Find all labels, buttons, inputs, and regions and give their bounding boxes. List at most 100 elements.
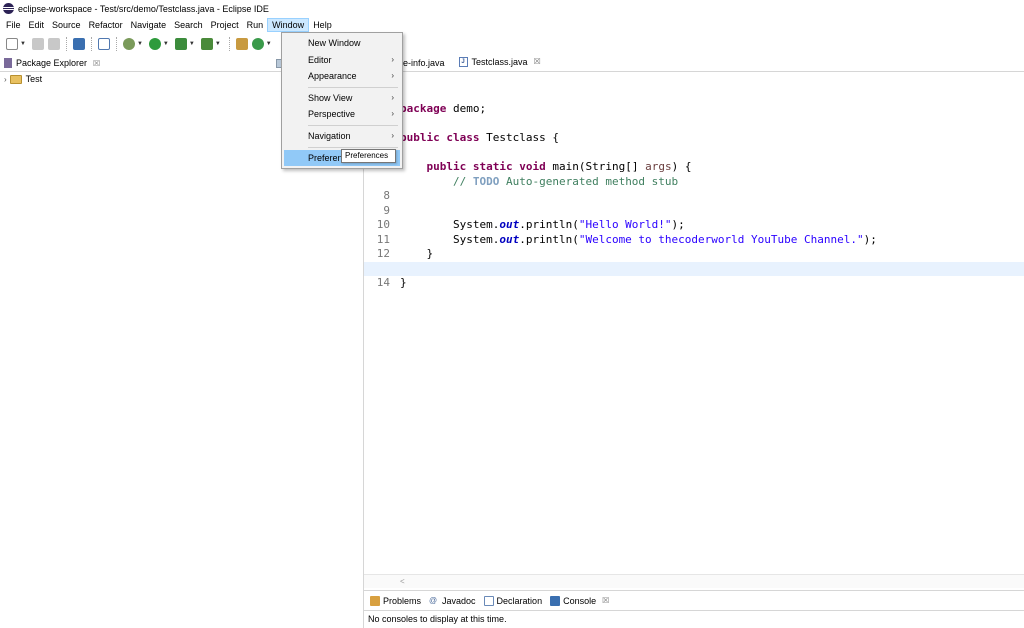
submenu-arrow-icon: › xyxy=(391,131,394,140)
eclipse-logo-icon xyxy=(3,3,14,14)
tab-label: Javadoc xyxy=(442,595,476,606)
tab-label: Declaration xyxy=(496,595,543,606)
tab-label: Testclass.java xyxy=(471,57,528,67)
menu-help[interactable]: Help xyxy=(309,18,336,32)
tab-testclass[interactable]: J Testclass.java ☒ xyxy=(452,55,549,71)
code-line: package demo; xyxy=(364,73,1024,115)
problems-icon xyxy=(370,595,380,606)
menu-item-label: Navigation xyxy=(308,131,351,141)
main-toolbar: ▼ ▼ ▼ ▼ ▼ ▼ xyxy=(0,33,1024,55)
menu-separator xyxy=(308,87,398,88)
submenu-arrow-icon: › xyxy=(391,109,394,118)
java-editor: ule-info.java J Testclass.java ☒ package… xyxy=(364,55,1024,588)
tree-item-label: Test xyxy=(25,74,43,84)
chevron-right-icon[interactable]: › xyxy=(4,75,7,84)
skip-breakpoints-icon[interactable] xyxy=(97,38,110,50)
tab-problems[interactable]: Problems xyxy=(370,595,422,606)
code-line: // TODO Auto-generated method stub xyxy=(364,146,1024,188)
menu-separator xyxy=(308,147,398,148)
save-all-icon[interactable] xyxy=(47,38,60,50)
menu-search[interactable]: Search xyxy=(170,18,207,32)
menu-item-label: New Window xyxy=(308,38,361,48)
menu-refactor[interactable]: Refactor xyxy=(85,18,127,32)
external-tools-icon[interactable] xyxy=(200,38,213,50)
tab-javadoc[interactable]: @ Javadoc xyxy=(429,596,476,606)
code-line: 10 System.out.println("Welcome to thecod… xyxy=(364,204,1024,246)
close-icon[interactable]: ☒ xyxy=(534,55,541,69)
package-explorer-label: Package Explorer xyxy=(16,58,88,68)
horizontal-scrollbar[interactable]: < xyxy=(364,574,1024,588)
menu-item-new-window[interactable]: New Window xyxy=(284,35,400,51)
close-icon[interactable]: ☒ xyxy=(93,59,100,68)
current-line: 14 xyxy=(364,261,1024,289)
toolbar-separator xyxy=(90,37,92,51)
editor-tabs: ule-info.java J Testclass.java ☒ xyxy=(364,55,1024,72)
submenu-arrow-icon: › xyxy=(391,71,394,80)
menu-edit[interactable]: Edit xyxy=(25,18,49,32)
bottom-panel: Problems @ Javadoc Declaration Console ☒… xyxy=(364,590,1024,628)
debug-dropdown-icon[interactable]: ▼ xyxy=(137,41,143,47)
new-java-package-icon[interactable] xyxy=(235,38,248,50)
run-icon[interactable] xyxy=(148,38,161,50)
tab-console[interactable]: Console ☒ xyxy=(550,595,609,606)
menu-item-label: Preferen xyxy=(308,153,343,163)
menu-item-perspective[interactable]: Perspective › xyxy=(284,106,400,122)
menu-file[interactable]: File xyxy=(2,18,25,32)
toolbar-separator xyxy=(115,37,117,51)
menu-item-label: Perspective xyxy=(308,109,356,119)
menu-item-show-view[interactable]: Show View › xyxy=(284,90,400,106)
save-icon[interactable] xyxy=(31,38,44,50)
menu-navigate[interactable]: Navigate xyxy=(127,18,171,32)
external-tools-dropdown-icon[interactable]: ▼ xyxy=(215,41,221,47)
code-line: public class Testclass { xyxy=(364,102,1024,144)
console-icon xyxy=(550,595,561,606)
menu-run[interactable]: Run xyxy=(243,18,268,32)
menu-source[interactable]: Source xyxy=(48,18,85,32)
new-class-dropdown-icon[interactable]: ▼ xyxy=(266,41,272,47)
toolbar-separator xyxy=(228,37,230,51)
window-title: eclipse-workspace - Test/src/demo/Testcl… xyxy=(18,3,269,14)
menu-bar: File Edit Source Refactor Navigate Searc… xyxy=(0,17,1024,32)
menu-item-label: Appearance xyxy=(308,71,357,81)
toolbar-separator xyxy=(65,37,67,51)
code-line: 12 xyxy=(364,233,1024,260)
tab-label: Problems xyxy=(383,595,422,606)
debug-icon[interactable] xyxy=(122,38,135,50)
submenu-arrow-icon: › xyxy=(391,55,394,64)
menu-project[interactable]: Project xyxy=(207,18,243,32)
menu-separator xyxy=(308,125,398,126)
project-folder-icon xyxy=(9,74,22,84)
javadoc-icon: @ xyxy=(429,595,438,605)
menu-item-appearance[interactable]: Appearance › xyxy=(284,68,400,84)
java-file-icon: J xyxy=(458,57,468,67)
menu-item-label: Show View xyxy=(308,93,353,103)
tab-declaration[interactable]: Declaration xyxy=(483,595,543,606)
close-icon[interactable]: ☒ xyxy=(602,596,609,605)
code-line: public static void main(String[] args) { xyxy=(364,131,1024,173)
tab-label: Console xyxy=(563,595,597,606)
new-dropdown-icon[interactable]: ▼ xyxy=(20,41,26,47)
run-dropdown-icon[interactable]: ▼ xyxy=(163,41,169,47)
terminal-icon[interactable] xyxy=(72,38,85,50)
new-java-class-icon[interactable] xyxy=(251,38,264,50)
code-line: 11 } xyxy=(364,218,1024,261)
menu-item-navigation[interactable]: Navigation › xyxy=(284,128,400,144)
package-explorer-icon xyxy=(4,58,12,68)
menu-item-editor[interactable]: Editor › xyxy=(284,52,400,68)
new-icon[interactable] xyxy=(6,38,18,50)
title-bar: eclipse-workspace - Test/src/demo/Testcl… xyxy=(0,0,1024,17)
code-line: 9 System.out.println("Hello World!"); xyxy=(364,189,1024,232)
code-line: 8 xyxy=(364,175,1024,202)
scroll-left-icon[interactable]: < xyxy=(400,577,405,586)
preferences-tooltip: Preferences xyxy=(341,149,396,163)
coverage-dropdown-icon[interactable]: ▼ xyxy=(189,41,195,47)
menu-item-label: Editor xyxy=(308,55,332,65)
code-area[interactable]: package demo; public class Testclass { p… xyxy=(364,73,1024,290)
submenu-arrow-icon: › xyxy=(391,93,394,102)
code-line: 13 } xyxy=(364,247,1024,290)
menu-window[interactable]: Window xyxy=(267,17,310,32)
coverage-icon[interactable] xyxy=(174,38,187,50)
